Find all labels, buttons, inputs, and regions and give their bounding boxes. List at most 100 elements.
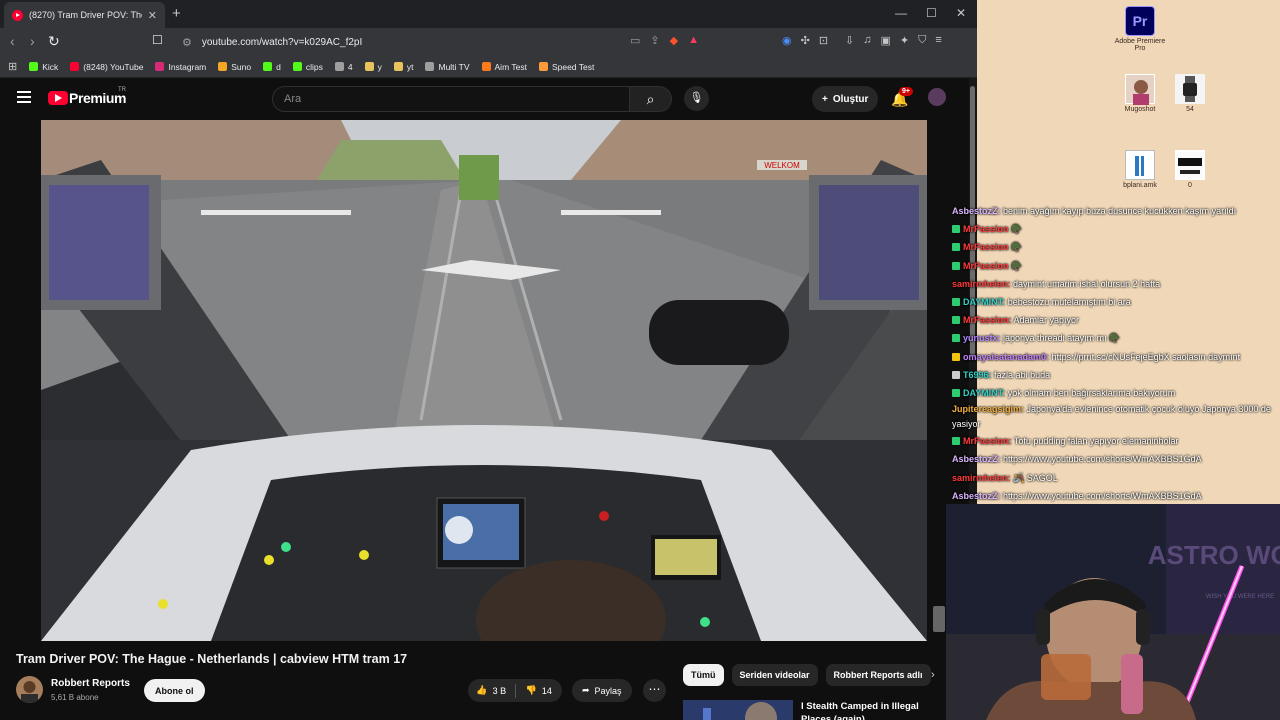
desktop-icon-premiere[interactable]: Pr Adobe Premiere Pro [1110,6,1170,52]
chat-text: 🪃 SAGOL [1013,472,1058,483]
share-button[interactable]: ➦ Paylaş [572,679,632,702]
more-dots-icon: ⋯ [648,682,661,696]
bookmark-multitv[interactable]: Multi TV [425,62,470,72]
more-actions-button[interactable]: ⋯ [643,679,666,702]
chat-badge-icon [952,389,960,398]
hamburger-menu-icon[interactable] [17,91,31,103]
extensions-icon[interactable]: ✣ [801,34,810,47]
leo-icon[interactable]: ✦ [900,34,909,47]
dislike-button[interactable]: 👎 14 [516,679,563,702]
chevron-right-icon[interactable]: › [931,669,935,681]
menu-icon[interactable]: ≡ [935,34,941,47]
voice-search-button[interactable]: 🎙 [684,86,709,111]
bookmark-speedtest[interactable]: Speed Test [538,62,594,72]
bookmark-folder-yt[interactable]: yt [393,62,413,72]
bookmark-d[interactable]: d [263,62,281,72]
chat-username: T6996: [963,369,992,380]
desktop-icon-54[interactable]: 54 [1160,74,1220,113]
search-button[interactable]: ⌕ [630,86,672,112]
chat-username: yunusfx: [963,333,1001,344]
maximize-button[interactable]: ☐ [926,6,937,20]
wallet-icon[interactable]: ▣ [881,34,891,47]
chat-text: Adamlar yapıyor [1013,315,1080,326]
brave-shield-icon[interactable]: ◆ [670,34,678,47]
chat-message: MrPassion: Adamlar yapıyor [952,311,1280,329]
chat-username: MrPassion [963,260,1009,271]
chat-text: https://prnt.sc/cNUsFejeEgbX saolasın da… [1051,351,1241,362]
chat-text: benim ayağım kayıp buza dusunce kucukken… [1003,206,1237,216]
toolbar: ‹ › ↻ ☐ ⚙ youtube.com/watch?v=k029AC_f2p… [0,28,977,56]
forward-icon[interactable]: › [30,33,35,49]
channel-avatar[interactable] [16,676,43,703]
new-tab-button[interactable]: + [172,5,181,22]
reload-icon[interactable]: ↻ [48,33,60,50]
close-window-button[interactable]: ✕ [956,6,966,20]
chip-series[interactable]: Seriden videolar [731,664,818,686]
screenshot-icon[interactable]: ⊡ [819,34,828,47]
search-input[interactable]: Ara [272,86,630,112]
folder-icon [364,62,374,71]
video-title: Tram Driver POV: The Hague - Netherlands… [16,652,408,666]
like-count: 3 B [492,685,507,696]
kick-icon [263,62,273,71]
kick-icon [29,62,39,71]
chat-badge-icon [952,352,960,361]
bookmark-folder-y[interactable]: y [364,62,382,72]
plus-icon: + [822,93,828,105]
bookmark-youtube[interactable]: (8248) YouTube [70,62,143,72]
bookmark-icon[interactable]: ☐ [152,33,163,47]
account-avatar[interactable] [928,88,946,106]
chip-channel[interactable]: Robbert Reports adlı [825,664,931,686]
like-button[interactable]: 👍 3 B [468,679,515,702]
instagram-icon [155,62,165,71]
poster-subtitle: WISH YOU WERE HERE [1206,594,1274,600]
brave-rewards-icon[interactable]: ▲ [688,34,699,47]
share-page-icon[interactable]: ⇪ [650,34,659,47]
chat-message: AsbestozZ: https://www.youtube.com/short… [952,450,1280,468]
chat-message: MrPassion 🪖 [952,257,1280,275]
desktop-icon-0[interactable]: 0 [1160,150,1220,189]
speedtest-icon [538,62,548,71]
chat-text: https://www.youtube.com/shorts/WmAXBBS1G… [1003,490,1202,501]
stream-chat-overlay: AsbestozZ: benim ayağım kayıp buza dusun… [952,202,1280,505]
watch-image-icon [1175,74,1205,104]
chat-username: MrPassion [963,242,1009,253]
chat-message: T6996: fazla abi buda [952,366,1280,384]
microphone-icon: 🎙 [689,92,704,104]
translate-icon[interactable]: ◉ [782,34,792,47]
youtube-icon [70,62,80,71]
video-player[interactable]: WELKOM [41,120,927,641]
recommended-thumbnail[interactable] [683,700,793,720]
create-button[interactable]: + Oluştur [812,86,879,112]
tab-youtube[interactable]: (8270) Tram Driver POV: The Hague ✕ [4,2,165,28]
close-tab-icon[interactable]: ✕ [148,9,157,22]
site-info-icon[interactable]: ⚙ [182,36,192,49]
desktop-icon-label: 0 [1188,182,1192,189]
chat-text: 🪖 [1011,224,1023,235]
bookmark-suno[interactable]: Suno [218,62,251,72]
channel-name[interactable]: Robbert Reports [51,678,130,689]
youtube-logo-icon[interactable] [48,91,68,105]
tab-strip: (8270) Tram Driver POV: The Hague ✕ + — … [0,0,977,28]
bookmark-instagram[interactable]: Instagram [155,62,206,72]
cast-icon[interactable]: ▭ [630,34,640,47]
chat-username: samirmhelen: [952,472,1011,483]
recommended-title[interactable]: I Stealth Camped in Illegal Places (agai… [801,700,931,720]
back-icon[interactable]: ‹ [10,33,15,49]
mugoshot-image-icon [1125,74,1155,105]
bookmark-aimtest[interactable]: Aim Test [481,62,527,72]
vpn-icon[interactable]: ⛉ [918,34,926,47]
bookmark-4[interactable]: 4 [334,62,353,72]
browser-window: (8270) Tram Driver POV: The Hague ✕ + — … [0,0,977,720]
subscribe-button[interactable]: Abone ol [144,679,205,702]
bookmark-kick[interactable]: Kick [29,62,58,72]
media-icon[interactable]: ♫ [863,34,871,47]
download-icon[interactable]: ⇩ [845,34,854,47]
apps-grid-icon[interactable]: ⊞ [8,60,17,73]
chat-message: yunusfx: japonya threadi atayım mı 🪖 [952,329,1280,347]
chip-all[interactable]: Tümü [683,664,724,686]
minimize-button[interactable]: — [895,6,907,20]
chat-text: bebestozu mutelamıştım bi ara [1007,297,1131,308]
bookmark-clips[interactable]: clips [292,62,323,72]
chat-message: AsbestozZ: https://www.youtube.com/short… [952,487,1280,505]
